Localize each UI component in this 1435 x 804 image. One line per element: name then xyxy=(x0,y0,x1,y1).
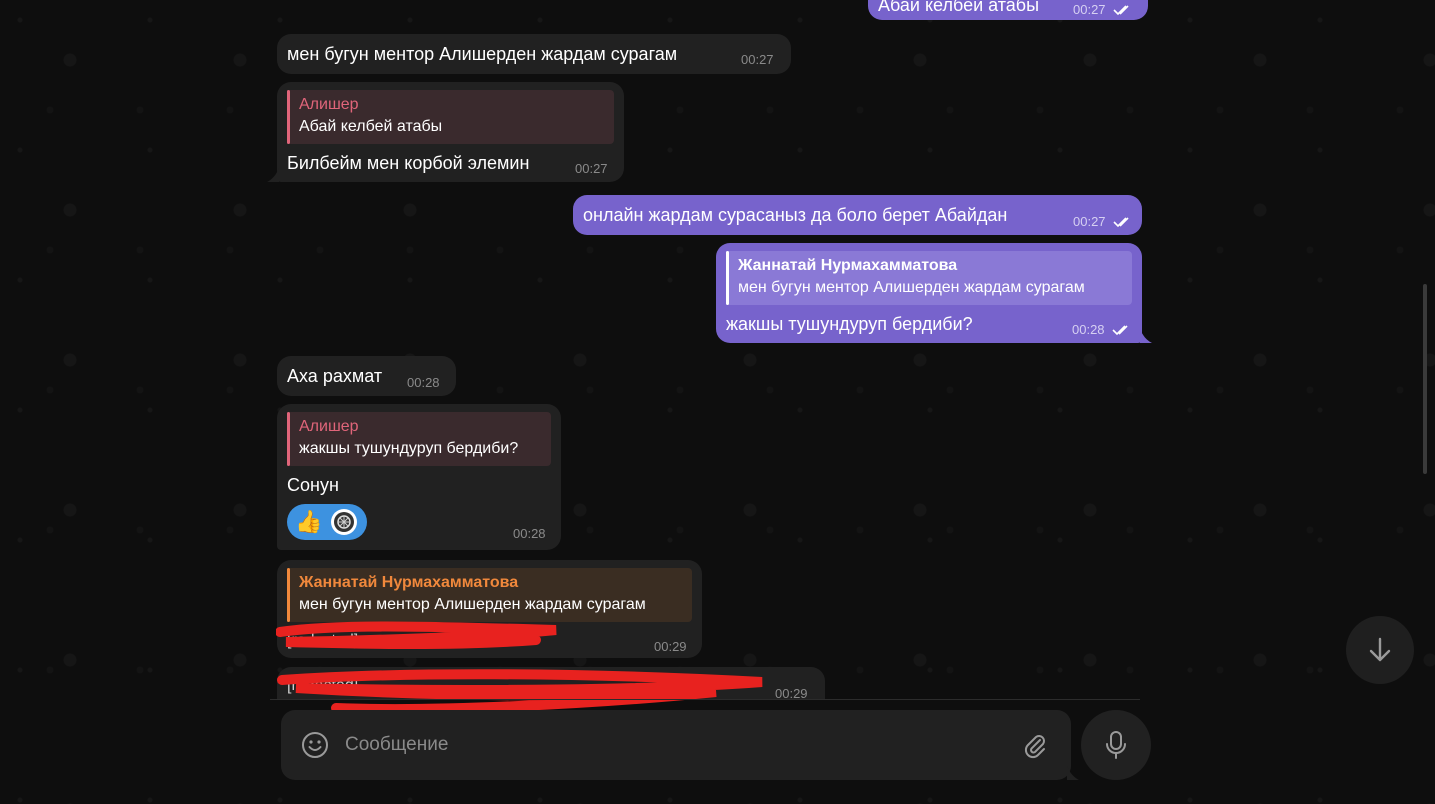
message-text: Абай келбей атабы xyxy=(878,0,1040,15)
record-voice-button[interactable] xyxy=(1081,710,1151,780)
scroll-to-bottom-button[interactable] xyxy=(1346,616,1414,684)
reply-author: Жаннатай Нурмахамматова xyxy=(738,257,958,274)
reply-author: Жаннатай Нурмахамматова xyxy=(299,574,519,591)
message-input[interactable]: Сообщение xyxy=(345,734,448,756)
bubble-tail xyxy=(267,168,279,182)
message-text: Сонун xyxy=(287,475,339,495)
attach-icon[interactable] xyxy=(1021,731,1049,759)
read-checks-icon xyxy=(1113,5,1129,16)
reply-text: мен бугун ментор Алишерден жардам сурага… xyxy=(299,596,646,613)
read-checks-icon xyxy=(1112,325,1128,336)
reply-preview[interactable]: Алишер жакшы тушундуруп бердиби? xyxy=(287,412,551,466)
message-incoming[interactable]: Алишер жакшы тушундуруп бердиби? Сонун 👍… xyxy=(277,404,561,550)
reply-text: мен бугун ментор Алишерден жардам сурага… xyxy=(738,279,1085,296)
reply-preview[interactable]: Жаннатай Нурмахамматова мен бугун ментор… xyxy=(726,251,1132,305)
reply-author: Алишер xyxy=(299,96,359,113)
thumbs-up-icon: 👍 xyxy=(295,509,323,534)
reaction-pill[interactable]: 👍 xyxy=(287,504,367,540)
composer-tail xyxy=(1067,766,1079,780)
message-incoming[interactable]: Алишер Абай келбей атабы Билбейм мен кор… xyxy=(277,82,624,182)
message-outgoing[interactable]: Абай келбей атабы 00:27 xyxy=(868,0,1148,20)
message-time: 00:27 xyxy=(1073,214,1106,229)
composer-divider xyxy=(270,699,1140,700)
message-text: мен бугун ментор Алишерден жардам сурага… xyxy=(287,44,678,64)
reply-text: Абай келбей атабы xyxy=(299,118,443,135)
message-outgoing[interactable]: онлайн жардам сурасаныз да боло берет Аб… xyxy=(573,195,1142,235)
message-time: 00:28 xyxy=(1072,322,1105,337)
message-text: Билбейм мен корбой элемин xyxy=(287,153,530,173)
message-composer[interactable]: Сообщение xyxy=(281,710,1071,780)
reply-author: Алишер xyxy=(299,418,359,435)
reply-preview[interactable]: Жаннатай Нурмахамматова мен бугун ментор… xyxy=(287,568,692,622)
message-text: Аха рахмат xyxy=(287,366,383,386)
reply-text: жакшы тушундуруп бердиби? xyxy=(299,440,519,457)
message-text: онлайн жардам сурасаныз да боло берет Аб… xyxy=(583,205,1008,225)
message-incoming[interactable]: Аха рахмат 00:28 xyxy=(277,356,456,396)
message-time: 00:28 xyxy=(513,526,546,541)
sticker-avatar-icon xyxy=(331,509,357,535)
message-time: 00:27 xyxy=(1073,2,1106,17)
message-time: 00:29 xyxy=(654,639,687,654)
read-checks-icon xyxy=(1113,217,1129,228)
message-outgoing[interactable]: Жаннатай Нурмахамматова мен бугун ментор… xyxy=(716,243,1142,343)
message-time: 00:27 xyxy=(741,52,774,67)
mic-icon xyxy=(1106,731,1126,759)
message-text: жакшы тушундуруп бердиби? xyxy=(726,314,973,334)
chat-background: Абай келбей атабы 00:27 мен бугун ментор… xyxy=(0,0,1435,804)
emoji-icon[interactable] xyxy=(301,731,329,759)
message-time: 00:27 xyxy=(575,161,608,176)
bubble-tail xyxy=(1140,329,1152,343)
redaction-scribble xyxy=(276,621,557,649)
message-incoming[interactable]: мен бугун ментор Алишерден жардам сурага… xyxy=(277,34,791,74)
message-time: 00:28 xyxy=(407,375,440,390)
chat-scrollbar[interactable] xyxy=(1423,284,1427,474)
reply-preview[interactable]: Алишер Абай келбей атабы xyxy=(287,90,614,144)
arrow-down-icon xyxy=(1369,637,1391,662)
